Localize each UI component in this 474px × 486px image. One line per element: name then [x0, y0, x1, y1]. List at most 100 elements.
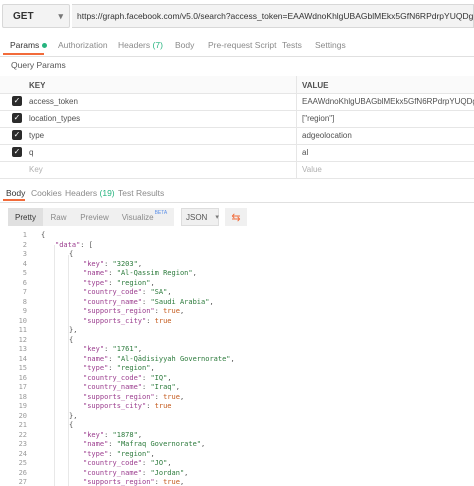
response-body-code[interactable]: 1{2 "data": [3{4 "key": "3203", 5 "name": "A… — [0, 231, 474, 486]
json-key: "supports_region" — [83, 392, 155, 401]
code-line: 3{ — [0, 250, 474, 260]
json-punctuation: : — [154, 307, 164, 315]
json-punctuation: , — [201, 440, 206, 448]
json-string: "IQ" — [150, 373, 168, 382]
line-number: 6 — [22, 278, 27, 287]
format-select[interactable]: JSON ▾ — [181, 208, 219, 226]
param-checkbox[interactable]: ✓ — [12, 113, 22, 123]
tab-pre-request-script[interactable]: Pre-request Script — [208, 40, 277, 50]
json-punctuation: , — [137, 430, 143, 439]
table-row: ✓ location_types ["region"] — [0, 110, 474, 128]
json-key: "supports_region" — [83, 307, 155, 315]
param-checkbox[interactable]: ✓ — [12, 130, 22, 140]
json-key: "country_code" — [83, 373, 143, 382]
json-punctuation: , — [137, 259, 143, 268]
code-text: "type": "region", — [83, 364, 155, 374]
tab-cookies[interactable]: Cookies — [31, 188, 62, 198]
table-row-new: Key Value — [0, 161, 474, 179]
tab-authorization[interactable]: Authorization — [58, 40, 108, 50]
json-punctuation: , — [167, 288, 172, 296]
json-key: "country_name" — [83, 468, 143, 477]
request-url-input[interactable]: https://graph.facebook.com/v5.0/search?a… — [72, 4, 474, 28]
request-url-text: https://graph.facebook.com/v5.0/search?a… — [77, 11, 474, 21]
json-punctuation: , — [167, 373, 172, 382]
raw-button[interactable]: Raw — [43, 208, 74, 226]
new-key-input[interactable]: Key — [29, 165, 43, 174]
code-line: 11}, — [0, 326, 474, 336]
tab-params[interactable]: Params — [10, 40, 48, 50]
param-key[interactable]: access_token — [29, 97, 78, 106]
code-line: 8 "country_name": "Saudi Arabia", — [0, 298, 474, 308]
preview-button[interactable]: Preview — [74, 208, 115, 226]
code-text: "country_code": "IQ", — [83, 374, 172, 384]
tab-label: Tests — [282, 40, 302, 50]
param-key[interactable]: location_types — [29, 114, 80, 123]
wrap-lines-button[interactable]: ⇆ — [225, 208, 247, 226]
json-string: "Iraq" — [150, 383, 176, 391]
tab-count: (7) — [152, 40, 163, 50]
table-row: ✓ access_token EAAWdnoKhlgUBAGblMEkx5GfN… — [0, 93, 474, 111]
code-text: "key": "3203", — [83, 260, 142, 270]
json-key: "supports_city" — [83, 402, 147, 410]
param-key[interactable]: q — [29, 148, 33, 157]
code-text: "supports_region": true, — [83, 307, 184, 317]
tab-test-results[interactable]: Test Results — [118, 188, 164, 198]
line-number: 13 — [18, 345, 27, 353]
code-text: "supports_region": true, — [83, 393, 184, 403]
json-punctuation: , — [184, 468, 189, 477]
json-punctuation: , — [175, 383, 180, 391]
code-line: 10 "supports_city": true — [0, 317, 474, 327]
json-string: "JO" — [150, 459, 168, 467]
line-number: 14 — [18, 354, 27, 363]
line-number: 4 — [22, 259, 27, 268]
table-header-row: KEY VALUE — [0, 76, 474, 94]
param-value[interactable]: adgeolocation — [302, 131, 474, 140]
code-text: "supports_city": true — [83, 402, 172, 412]
new-value-input[interactable]: Value — [302, 165, 322, 174]
code-line: 9 "supports_region": true, — [0, 307, 474, 317]
tab-label: Headers — [65, 188, 98, 198]
line-number: 2 — [22, 240, 27, 249]
line-number: 11 — [18, 326, 27, 334]
line-number: 10 — [18, 316, 27, 325]
json-punctuation: , — [150, 449, 155, 458]
query-params-title: Query Params — [11, 60, 66, 70]
tab-response-body[interactable]: Body — [6, 188, 25, 198]
active-tab-indicator — [3, 53, 44, 55]
http-method-select[interactable]: GET ▾ — [2, 4, 70, 28]
json-key: "key" — [83, 345, 105, 353]
json-key: "supports_region" — [83, 478, 155, 486]
param-checkbox[interactable]: ✓ — [12, 147, 22, 157]
tab-body[interactable]: Body — [175, 40, 194, 50]
json-punctuation: : — [108, 440, 117, 448]
json-punctuation: : — [104, 259, 113, 268]
tab-response-headers[interactable]: Headers (19) — [65, 188, 115, 198]
code-line: 14 "name": "Al-Qādisiyyah Governorate", — [0, 355, 474, 365]
json-punctuation: : — [146, 316, 155, 325]
json-key: "name" — [83, 354, 109, 363]
param-checkbox[interactable]: ✓ — [12, 96, 22, 106]
json-punctuation: : — [108, 364, 117, 372]
json-punctuation: { — [69, 335, 74, 344]
json-punctuation: : — [108, 354, 117, 363]
json-punctuation: : — [146, 402, 155, 410]
visualize-button[interactable]: Visualize BETA — [115, 208, 174, 226]
tab-tests[interactable]: Tests — [282, 40, 302, 50]
tab-settings[interactable]: Settings — [315, 40, 346, 50]
line-number: 18 — [18, 392, 27, 401]
code-line: 18 "supports_region": true, — [0, 393, 474, 403]
json-key: "key" — [83, 259, 105, 268]
param-value[interactable]: EAAWdnoKhlgUBAGblMEkx5GfN6RPdrpYUQDgu29h… — [302, 97, 474, 106]
json-key: "name" — [83, 440, 109, 448]
pretty-button[interactable]: Pretty — [8, 208, 43, 226]
code-text: "country_name": "Saudi Arabia", — [83, 298, 214, 308]
code-text: "key": "1761", — [83, 345, 142, 355]
param-key[interactable]: type — [29, 131, 44, 140]
param-value[interactable]: ["region"] — [302, 114, 474, 123]
json-punctuation: , — [137, 345, 143, 353]
tab-label: Headers — [118, 40, 151, 50]
tab-headers[interactable]: Headers (7) — [118, 40, 163, 50]
code-text: "supports_region": true, — [83, 478, 184, 486]
json-punctuation: }, — [69, 411, 78, 420]
param-value[interactable]: al — [302, 148, 474, 157]
